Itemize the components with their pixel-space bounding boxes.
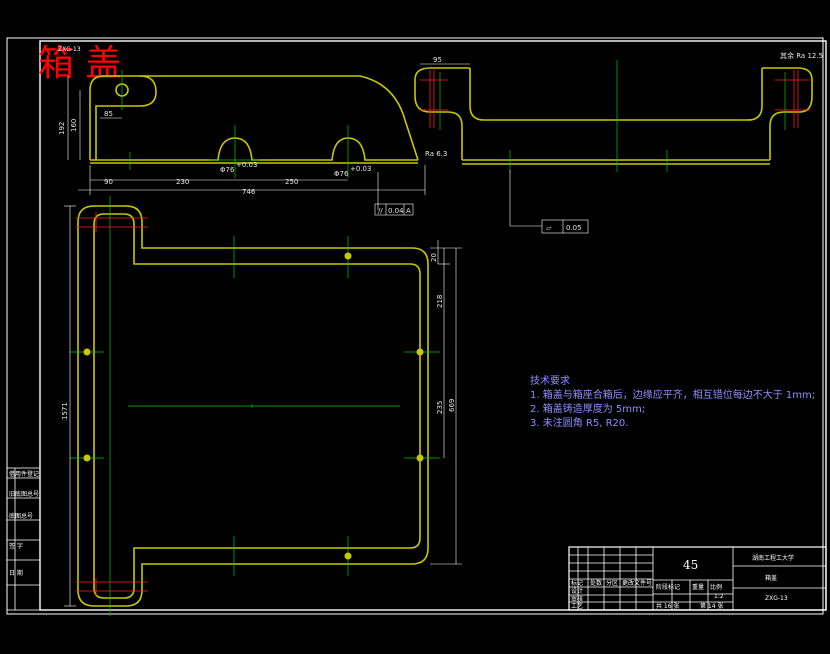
sheet-border (6, 37, 827, 615)
dim-746: 746 (242, 188, 256, 196)
notes-line-1: 1. 箱盖与箱座合箱后，边缘应平齐，相互错位每边不大于 1mm; (530, 388, 815, 401)
dim-160: 160 (70, 119, 78, 132)
dim-bore-2: Φ76 (334, 170, 349, 178)
dim-230: 230 (176, 178, 189, 186)
side-view-dim-lines (420, 63, 589, 234)
dim-250: 250 (285, 178, 298, 186)
strip-label-3: 底图总号 (9, 512, 33, 520)
title-block-sheet-number: 第 14 张 (700, 602, 723, 610)
title-block-material: 45 (683, 558, 698, 572)
dim-669: 669 (448, 399, 456, 412)
title-block-part-name: 箱盖 (765, 574, 777, 582)
technical-notes: 技术要求 1. 箱盖与箱座合箱后，边缘应平齐，相互错位每边不大于 1mm; 2.… (530, 374, 815, 429)
cad-drawing-canvas: 借用件登记 旧底图总号 底图总号 签 字 日 期 箱 盖 ZXG-13 192 … (6, 37, 827, 616)
top-view-centerlines (70, 196, 440, 616)
tb-cell-design: 设计 (571, 587, 583, 595)
flatness-symbol: ▱ (546, 224, 552, 232)
ra-mark-right: Ra 6.3 (425, 150, 447, 158)
roughness-corner-mark: 其余 Ra 12.5 (780, 51, 823, 60)
dim-20: 20 (430, 253, 438, 262)
front-view: 192 160 85 90 230 250 746 Φ76 +0.03 Φ76 … (58, 70, 447, 216)
dim-218: 218 (436, 295, 444, 308)
strip-label-2: 旧底图总号 (9, 490, 39, 498)
tb-cell-zone: 分区 (606, 579, 618, 587)
tb-cell-stage: 阶段标记 (656, 583, 680, 591)
tb-cell-review: 审核 (571, 595, 583, 603)
tb-cell-weight: 重量 (692, 583, 704, 591)
dim-bore-1-tol: +0.03 (236, 161, 257, 169)
strip-label-5: 日 期 (9, 569, 23, 577)
title-block-scale: 1:2 (714, 593, 724, 600)
tol-frame-value: 0.04 (388, 207, 404, 215)
title-block-sheet-total: 共 16 张 (656, 602, 679, 610)
tb-cell-ratio: 比例 (710, 583, 722, 591)
notes-line-2: 2. 箱盖铸造厚度为 5mm; (530, 402, 645, 415)
tol-frame-symbol: // (378, 207, 383, 215)
strip-label-4: 签 字 (9, 542, 23, 550)
dim-bore-2-tol: +0.03 (350, 165, 371, 173)
strip-label-1: 借用件登记 (9, 470, 39, 478)
tb-cell-mark: 标记 (571, 579, 583, 587)
dim-1571: 1571 (61, 402, 69, 420)
notes-heading: 技术要求 (530, 374, 570, 387)
overlay-drawing-no: ZXG-13 (58, 46, 81, 53)
tb-cell-change: 更改文件号 (622, 579, 652, 587)
top-view-section-lines (76, 212, 148, 596)
top-view: 1571 669 218 235 20 (61, 196, 462, 616)
side-view-centerlines (439, 60, 786, 172)
title-block-drawing-no: ZXG-13 (765, 595, 788, 602)
side-view-outline (414, 67, 813, 165)
tol-frame-datum: A (406, 207, 411, 215)
tb-cell-count: 处数 (590, 579, 602, 587)
dim-85: 85 (104, 110, 113, 118)
dim-95: 95 (433, 56, 442, 64)
dim-192: 192 (58, 122, 66, 135)
notes-line-3: 3. 未注圆角 R5, R20. (530, 416, 628, 429)
title-block-school: 湖南工程工大学 (752, 554, 794, 562)
flatness-value: 0.05 (566, 224, 582, 232)
dim-235: 235 (436, 401, 444, 414)
dim-90: 90 (104, 178, 113, 186)
dim-bore-1: Φ76 (220, 166, 235, 174)
side-view: 95 ▱ 0.05 其余 Ra 12.5 (414, 51, 823, 234)
tb-cell-process: 工艺 (571, 602, 583, 610)
front-view-outline (89, 75, 419, 164)
left-registration-strip (6, 467, 41, 611)
